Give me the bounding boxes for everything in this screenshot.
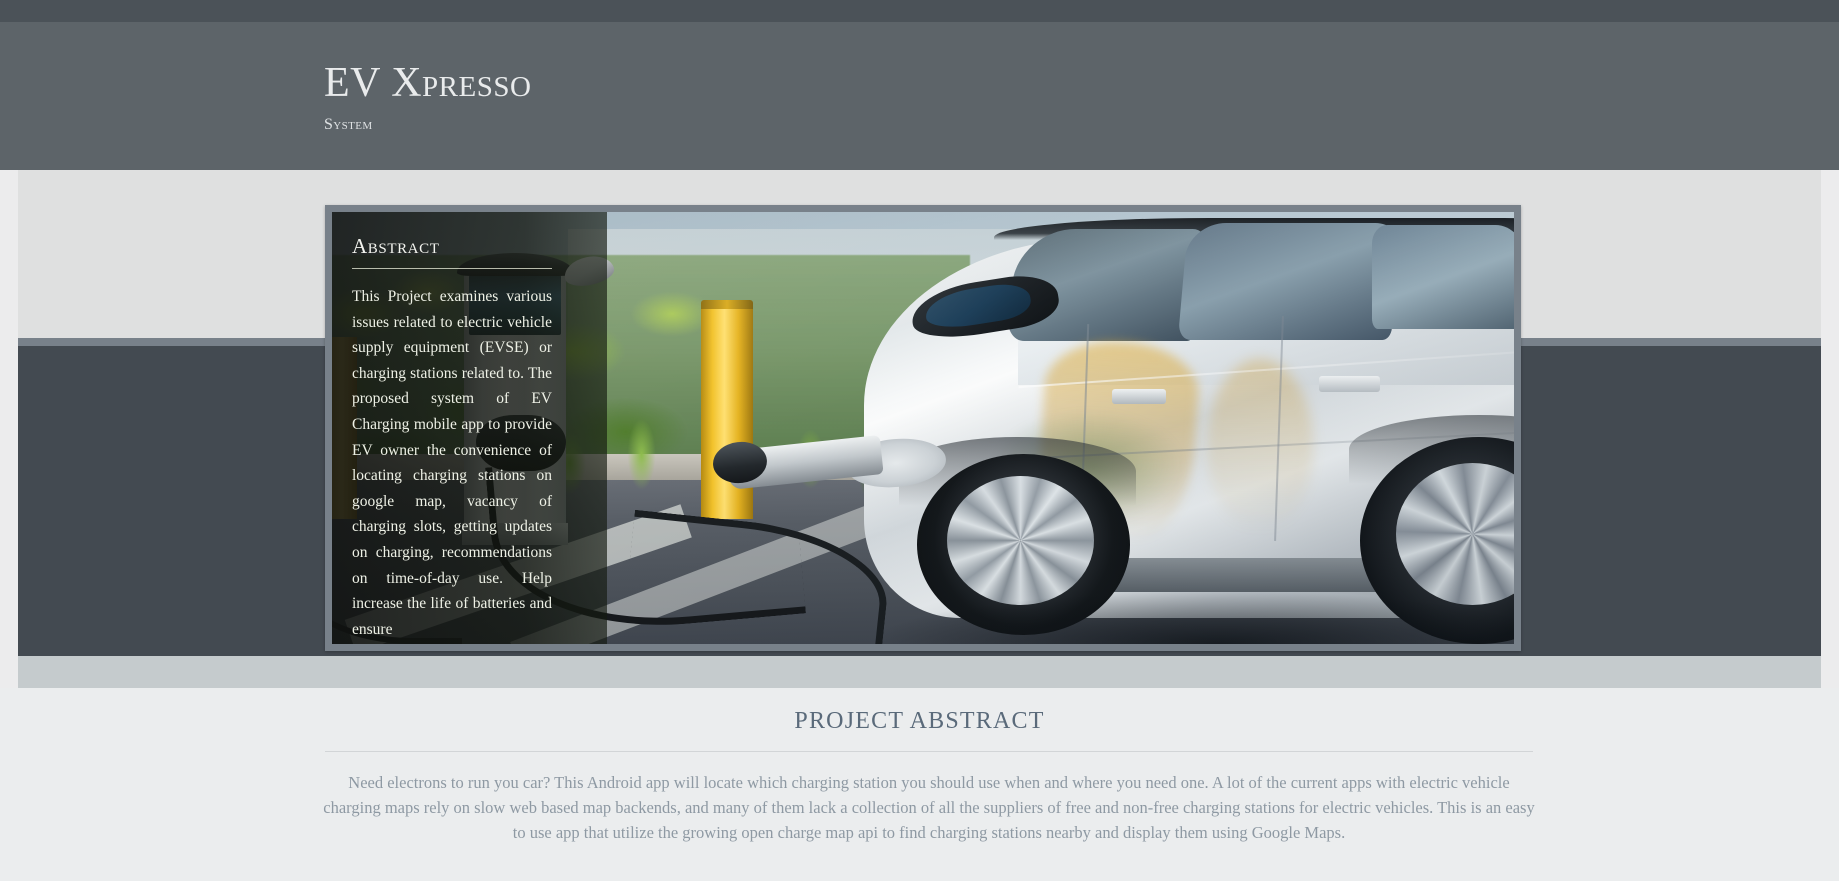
photo-bollard-cap [700, 299, 753, 310]
page-root: EV Xpresso System Abstract This Project … [0, 0, 1839, 881]
brand-block: EV Xpresso System [324, 62, 531, 134]
project-abstract-inner: PROJECT ABSTRACT Need electrons to run y… [18, 688, 1821, 881]
upper-band-left-margin [0, 170, 18, 338]
project-abstract-title: PROJECT ABSTRACT [794, 708, 1045, 734]
pale-band-left-margin [0, 656, 18, 688]
project-abstract-section: PROJECT ABSTRACT Need electrons to run y… [0, 688, 1839, 881]
pale-separator-band [0, 656, 1839, 688]
site-title: EV Xpresso [324, 60, 532, 106]
abstract-body-text: This Project examines various issues rel… [352, 288, 552, 638]
pale-band-right-margin [1821, 656, 1839, 688]
photo-car-door-handle [1318, 376, 1381, 392]
photo-car-window [1372, 224, 1514, 329]
upper-band-right-margin [1821, 170, 1839, 338]
top-accent-strip [0, 0, 1839, 22]
project-abstract-body: Need electrons to run you car? This Andr… [323, 773, 1535, 842]
abstract-heading: Abstract [352, 234, 440, 258]
photo-car-window [1177, 222, 1401, 340]
abstract-overlay-panel: Abstract This Project examines various i… [332, 212, 607, 644]
abstract-heading-rule [352, 268, 552, 269]
site-subtitle: System [324, 116, 373, 133]
hero-image-clip: Abstract This Project examines various i… [332, 212, 1514, 644]
site-header: EV Xpresso System [0, 22, 1839, 170]
photo-car-door-handle [1112, 389, 1167, 404]
photo-front-wheel-rim [946, 475, 1095, 606]
photo-car-shadow [875, 592, 1514, 644]
hero-image-frame: Abstract This Project examines various i… [325, 205, 1521, 651]
project-abstract-rule [325, 751, 1533, 752]
